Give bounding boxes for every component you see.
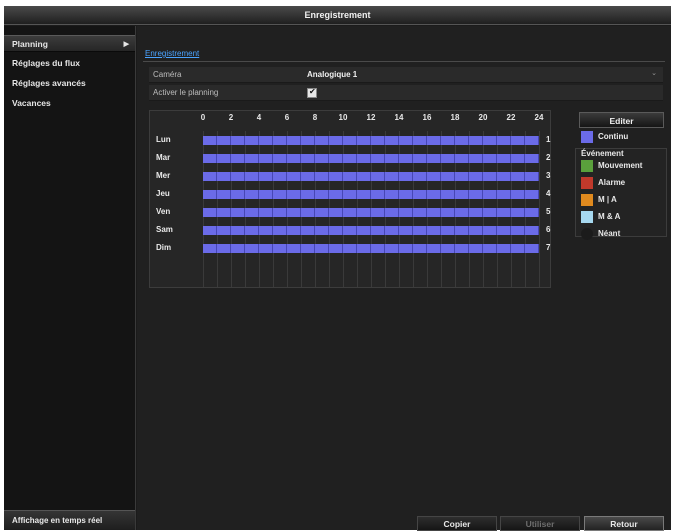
edit-button[interactable]: Editer: [579, 112, 664, 128]
hour-tick-label: 14: [394, 113, 404, 122]
hour-tick-label: 4: [256, 113, 262, 122]
event-title: Événement: [581, 149, 624, 158]
day-label: Mer: [156, 171, 171, 180]
sidebar-item-stream-settings[interactable]: Réglages du flux: [4, 55, 135, 72]
schedule-bar[interactable]: [203, 208, 539, 217]
copy-button[interactable]: Copier: [417, 516, 497, 531]
mouvement-swatch: [581, 160, 593, 172]
schedule-bar[interactable]: [203, 190, 539, 199]
hour-tick-label: 10: [338, 113, 348, 122]
schedule-bar[interactable]: [203, 244, 539, 253]
grid-line: [539, 131, 540, 287]
enable-planning-checkbox[interactable]: [307, 87, 317, 98]
apply-button[interactable]: Utiliser: [500, 516, 580, 531]
window-title: Enregistrement: [4, 6, 671, 25]
day-number: 6: [546, 225, 551, 234]
camera-select[interactable]: Analogique 1: [307, 70, 357, 79]
main-panel: Enregistrement Caméra Analogique 1 ⌄ Act…: [137, 26, 671, 531]
day-number: 7: [546, 243, 551, 252]
hour-tick-label: 0: [200, 113, 206, 122]
m-or-a-label: M | A: [598, 195, 617, 204]
hour-tick-label: 2: [228, 113, 234, 122]
tab-strip: Enregistrement: [143, 48, 665, 62]
day-label: Dim: [156, 243, 172, 252]
schedule-grid[interactable]: 0 2 4 6 8 10 12 14 16 18 20 22 24 Lun 1 Mar 2 Mer 3 Jeu 4 Ven…: [149, 110, 551, 288]
tab-recording[interactable]: Enregistrement: [145, 49, 199, 58]
day-label: Jeu: [156, 189, 170, 198]
sidebar-item-planning[interactable]: Planning ▶: [4, 35, 135, 52]
day-label: Ven: [156, 207, 171, 216]
hour-tick-label: 24: [534, 113, 544, 122]
hour-tick-label: 22: [506, 113, 516, 122]
continu-label: Continu: [598, 132, 629, 141]
enable-planning-row: Activer le planning: [149, 85, 663, 101]
hour-tick-label: 16: [422, 113, 432, 122]
day-label: Lun: [156, 135, 171, 144]
day-number: 3: [546, 171, 551, 180]
m-and-a-label: M & A: [598, 212, 621, 221]
day-number: 4: [546, 189, 551, 198]
sidebar-item-holidays[interactable]: Vacances: [4, 95, 135, 112]
day-number: 1: [546, 135, 551, 144]
neant-label: Néant: [598, 229, 621, 238]
live-view-button[interactable]: Affichage en temps réel: [4, 510, 135, 530]
m-and-a-swatch: [581, 211, 593, 223]
continu-swatch: [581, 131, 593, 143]
sidebar-item-label: Réglages avancés: [12, 78, 86, 88]
schedule-bar[interactable]: [203, 226, 539, 235]
alarme-swatch: [581, 177, 593, 189]
mouvement-label: Mouvement: [598, 161, 643, 170]
enable-planning-label: Activer le planning: [153, 88, 219, 97]
sidebar: Planning ▶ Réglages du flux Réglages ava…: [4, 26, 136, 530]
hour-tick-label: 6: [284, 113, 290, 122]
back-button[interactable]: Retour: [584, 516, 664, 531]
schedule-bar[interactable]: [203, 136, 539, 145]
day-number: 5: [546, 207, 551, 216]
alarme-label: Alarme: [598, 178, 626, 187]
hour-tick-label: 8: [312, 113, 318, 122]
sidebar-item-label: Réglages du flux: [12, 58, 81, 68]
neant-swatch: [581, 228, 593, 240]
hour-tick-label: 20: [478, 113, 488, 122]
camera-row[interactable]: Caméra Analogique 1 ⌄: [149, 67, 663, 83]
sidebar-item-label: Planning: [12, 39, 48, 49]
recording-window: Enregistrement Planning ▶ Réglages du fl…: [4, 6, 671, 531]
camera-label: Caméra: [153, 70, 182, 79]
sidebar-item-advanced-settings[interactable]: Réglages avancés: [4, 75, 135, 92]
schedule-bar[interactable]: [203, 154, 539, 163]
chevron-down-icon[interactable]: ⌄: [651, 69, 657, 77]
sidebar-item-label: Vacances: [12, 98, 51, 108]
hour-tick-label: 18: [450, 113, 460, 122]
m-or-a-swatch: [581, 194, 593, 206]
day-label: Mar: [156, 153, 171, 162]
hour-tick-label: 12: [366, 113, 376, 122]
chevron-right-icon: ▶: [123, 41, 129, 48]
day-label: Sam: [156, 225, 173, 234]
day-number: 2: [546, 153, 551, 162]
schedule-bar[interactable]: [203, 172, 539, 181]
